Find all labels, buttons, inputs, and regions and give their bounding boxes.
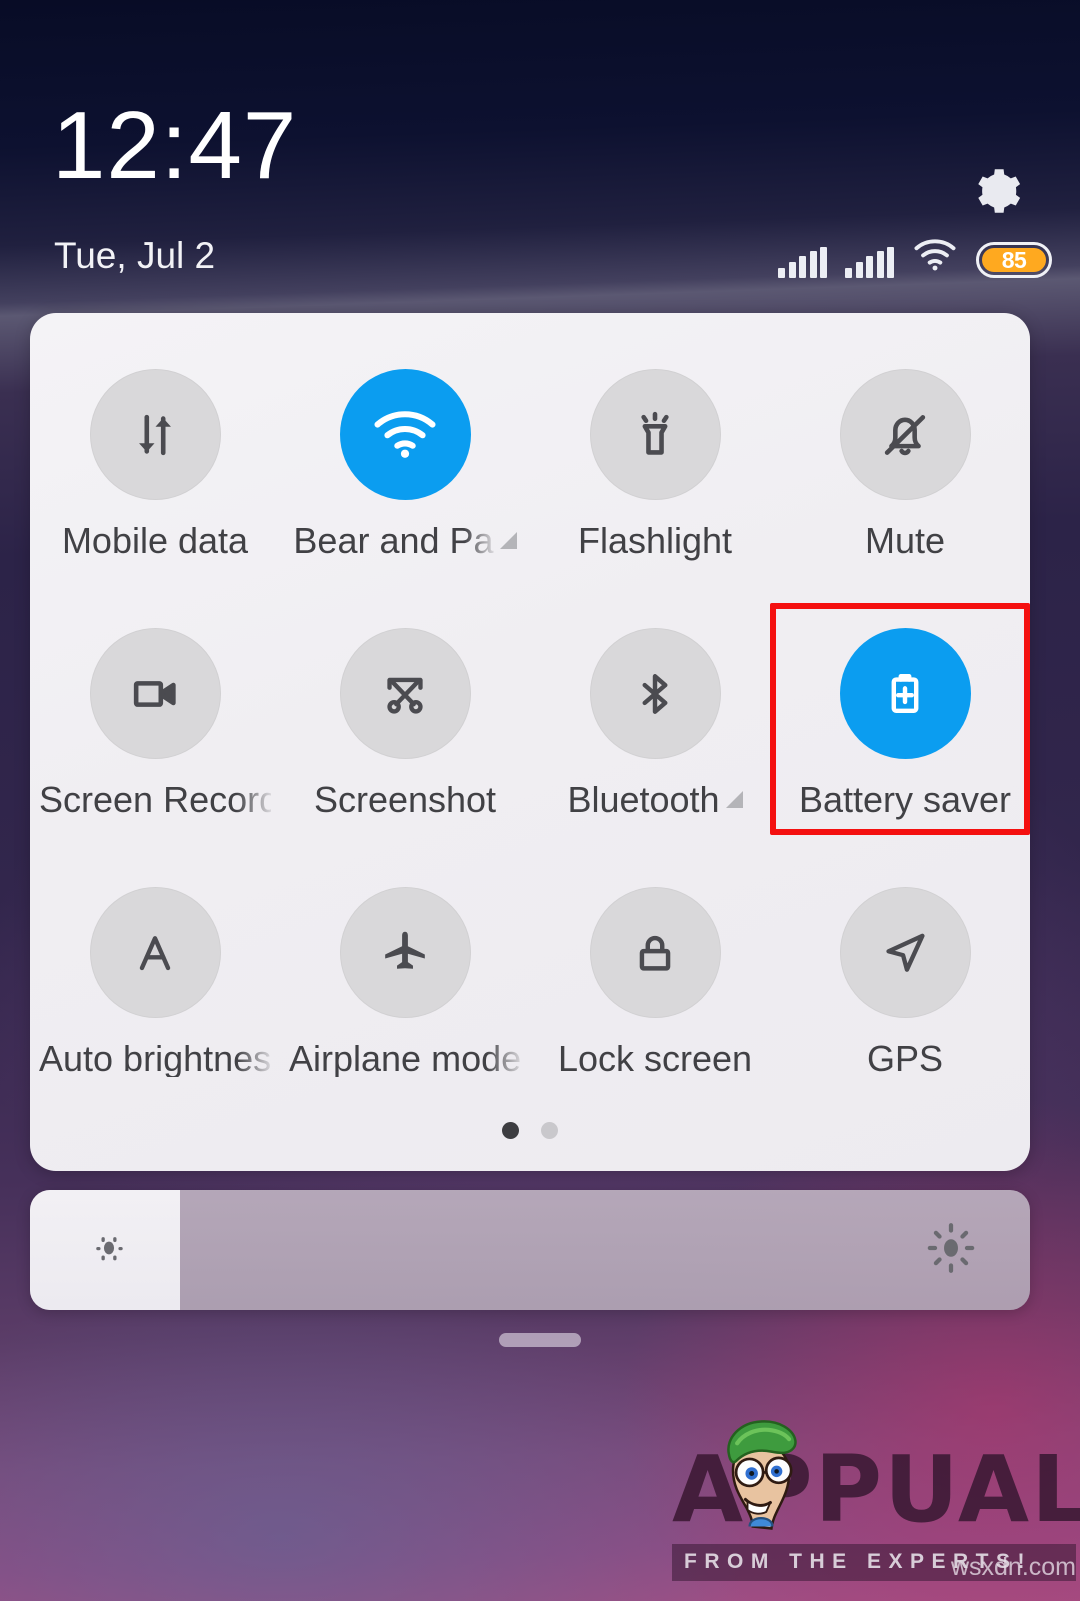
android-quick-settings-screen: 12:47 Tue, Jul 2 85 Mobile data Bear and… — [0, 0, 1080, 1601]
sun-small-icon — [90, 1229, 128, 1272]
watermark-logo: APPUALS — [672, 1420, 1080, 1540]
tile-mute[interactable]: Mute — [780, 356, 1030, 615]
page-dot-2[interactable] — [541, 1122, 558, 1139]
tile-label: Lock screen — [557, 1038, 753, 1079]
home-gesture-indicator[interactable] — [499, 1333, 581, 1347]
chevron-expand-icon[interactable] — [725, 790, 743, 808]
tile-mobile-data[interactable]: Mobile data — [30, 356, 280, 615]
status-icon-tray: 85 — [778, 238, 1052, 278]
tile-label: GPS — [866, 1038, 944, 1079]
chevron-expand-icon[interactable] — [499, 531, 517, 549]
wifi-icon — [374, 410, 436, 458]
tile-screen-record[interactable]: Screen Record — [30, 615, 280, 874]
tile-label-row: Lock screen — [530, 1041, 780, 1077]
tile-icon-wrap — [589, 887, 721, 1018]
tile-icon-wrap — [839, 887, 971, 1018]
navigation-arrow-icon — [886, 933, 925, 972]
quick-settings-tile-grid: Mobile data Bear and Pa Flashlight Mute … — [30, 356, 1030, 1133]
bell-off-icon — [884, 414, 926, 455]
source-attribution: wsxdn.com — [950, 1553, 1076, 1581]
sun-large-icon — [924, 1221, 978, 1280]
tile-label: Screenshot — [313, 779, 497, 820]
mascot-icon — [708, 1408, 812, 1546]
tile-gps[interactable]: GPS — [780, 874, 1030, 1133]
tile-label: Auto brightness — [39, 1041, 271, 1077]
tile-label-row: Auto brightness — [30, 1041, 280, 1077]
tile-label-row: GPS — [780, 1041, 1030, 1077]
tile-label-row: Airplane mode — [280, 1041, 530, 1077]
tile-wifi[interactable]: Bear and Pa — [280, 356, 530, 615]
tile-icon-wrap — [339, 887, 471, 1018]
tile-icon-wrap — [89, 887, 221, 1018]
flashlight-icon — [641, 411, 669, 455]
tile-label: Bear and Pa — [293, 523, 494, 559]
tile-label-row: Flashlight — [530, 523, 780, 559]
brightness-slider[interactable] — [30, 1190, 1030, 1310]
tile-icon-wrap — [839, 369, 971, 500]
tile-auto-brightness[interactable]: Auto brightness — [30, 874, 280, 1133]
tile-label-row: Mobile data — [30, 523, 280, 559]
clock-time: 12:47 — [52, 92, 298, 199]
tile-lock-screen[interactable]: Lock screen — [530, 874, 780, 1133]
scissors-icon — [387, 677, 423, 714]
tile-label: Mobile data — [61, 520, 249, 561]
battery-level-text: 85 — [982, 247, 1046, 273]
status-header: 12:47 Tue, Jul 2 85 — [0, 0, 1080, 313]
tile-icon-wrap — [89, 628, 221, 759]
tile-label: Airplane mode — [289, 1041, 521, 1077]
tile-battery-saver[interactable]: Battery saver — [780, 615, 1030, 874]
tile-label-row: Screenshot — [280, 782, 530, 818]
page-indicator — [30, 1122, 1030, 1139]
signal-bars-icon — [845, 247, 894, 278]
page-dot-1[interactable] — [502, 1122, 519, 1139]
video-camera-icon — [133, 680, 176, 707]
tile-icon-wrap — [89, 369, 221, 500]
tile-flashlight[interactable]: Flashlight — [530, 356, 780, 615]
tile-label-row: Bluetooth — [530, 782, 780, 818]
tile-icon-wrap — [339, 369, 471, 500]
tile-airplane-mode[interactable]: Airplane mode — [280, 874, 530, 1133]
tile-icon-wrap — [339, 628, 471, 759]
tile-screenshot[interactable]: Screenshot — [280, 615, 530, 874]
padlock-icon — [639, 935, 671, 971]
tile-label-row: Mute — [780, 523, 1030, 559]
tile-label: Flashlight — [577, 520, 733, 561]
tile-bluetooth[interactable]: Bluetooth — [530, 615, 780, 874]
tile-label-row: Battery saver — [780, 782, 1030, 818]
airplane-icon — [385, 931, 425, 969]
battery-status-badge: 85 — [976, 242, 1052, 278]
tile-label: Bluetooth — [567, 779, 720, 820]
data-transfer-icon — [139, 414, 171, 455]
tile-icon-wrap — [589, 369, 721, 500]
auto-brightness-a-icon — [139, 935, 171, 970]
clock-date: Tue, Jul 2 — [54, 235, 216, 276]
wifi-icon — [912, 238, 958, 277]
tile-label: Battery saver — [798, 779, 1012, 820]
tile-label-row: Bear and Pa — [280, 523, 530, 559]
tile-label: Mute — [864, 520, 946, 561]
tile-icon-wrap — [589, 628, 721, 759]
tile-icon-wrap — [839, 628, 971, 759]
bluetooth-icon — [642, 673, 668, 714]
signal-bars-icon — [778, 247, 827, 278]
battery-plus-icon — [891, 673, 919, 713]
gear-icon[interactable] — [962, 160, 1024, 222]
tile-label-row: Screen Record — [30, 782, 280, 818]
quick-settings-panel: Mobile data Bear and Pa Flashlight Mute … — [30, 313, 1030, 1171]
tile-label: Screen Record — [39, 782, 271, 818]
